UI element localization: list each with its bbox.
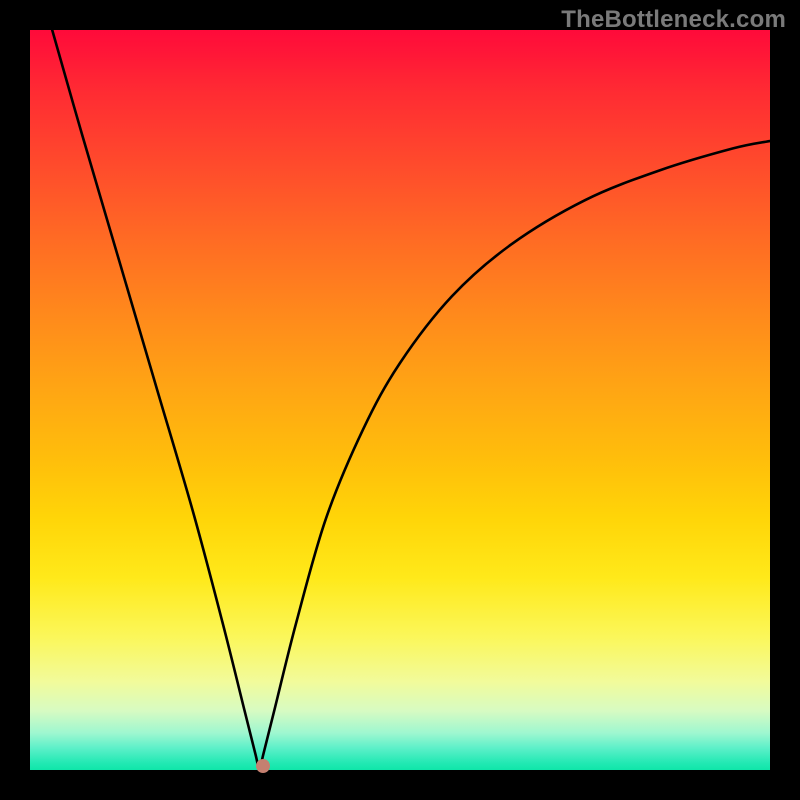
bottleneck-curve <box>30 30 770 770</box>
chart-frame: TheBottleneck.com <box>0 0 800 800</box>
plot-area <box>30 30 770 770</box>
optimum-marker <box>256 759 270 773</box>
